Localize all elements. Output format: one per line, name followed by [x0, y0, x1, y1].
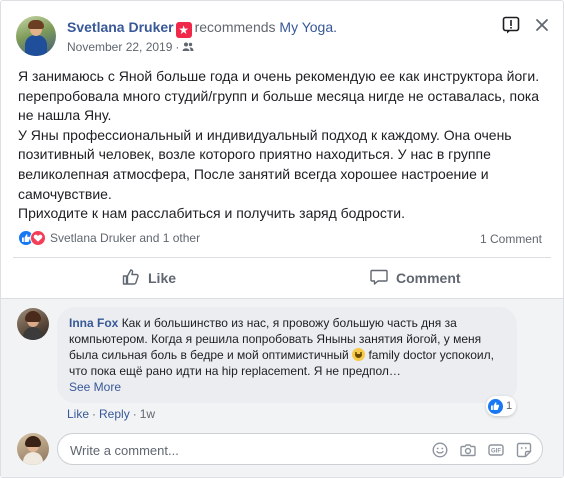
like-button-label: Like: [148, 270, 177, 286]
action-separator: ·: [92, 407, 97, 421]
smile-emoji-icon: [352, 348, 366, 361]
svg-text:GIF: GIF: [491, 449, 501, 455]
comment-reaction-badge[interactable]: 1: [486, 396, 517, 416]
post-date-link[interactable]: November 22, 2019: [67, 40, 172, 54]
author-name-link[interactable]: Svetlana Druker: [67, 19, 174, 35]
post-meta: November 22, 2019 ·: [67, 40, 194, 56]
meta-separator: ·: [175, 40, 180, 54]
recommendation-post-card: Svetlana Druker ★ recommends My Yoga. Nove…: [0, 0, 564, 478]
speech-bubble-icon: [370, 268, 396, 289]
comment-like-link[interactable]: Like: [67, 407, 89, 421]
report-icon[interactable]: [501, 15, 521, 35]
recommends-text: recommends: [194, 19, 276, 35]
sticker-icon[interactable]: [432, 442, 448, 458]
thumbs-up-icon: [122, 268, 148, 289]
sticker-icon[interactable]: [516, 442, 532, 458]
current-user-avatar: [17, 433, 49, 465]
comment-input[interactable]: [70, 440, 370, 460]
reactors-text: Svetlana Druker and 1 other: [50, 231, 201, 245]
comment-composer[interactable]: GIF: [57, 433, 543, 465]
friends-audience-icon[interactable]: [182, 41, 194, 56]
comment-reaction-count: 1: [506, 400, 513, 412]
page-name-link[interactable]: My Yoga.: [279, 19, 337, 35]
comment-count-link[interactable]: 1 Comment: [480, 232, 542, 246]
divider: [13, 257, 551, 258]
author-avatar[interactable]: [16, 16, 56, 56]
comment-button[interactable]: Comment: [370, 263, 461, 293]
post-paragraph: Я занимаюсь с Яной больше года и очень р…: [18, 68, 540, 124]
recommend-badge-icon: ★: [175, 22, 192, 38]
post-paragraph: У Яны профессиональный и индивидуальный …: [18, 126, 512, 202]
action-separator: ·: [132, 407, 137, 421]
commenter-name-link[interactable]: Inna Fox: [69, 316, 118, 330]
love-reaction-icon: [30, 230, 46, 246]
comment-bubble: Inna Fox Как и большинство из нас, я про…: [57, 307, 517, 403]
comment-reply-link[interactable]: Reply: [99, 407, 130, 421]
post-paragraph: Приходите к нам расслабиться и получить …: [18, 205, 405, 222]
close-icon[interactable]: [532, 15, 552, 35]
comment-time-link[interactable]: 1w: [140, 407, 155, 421]
like-reaction-icon: [488, 398, 503, 414]
gif-icon[interactable]: GIF: [488, 442, 504, 458]
like-button[interactable]: Like: [122, 263, 176, 293]
reactions-summary[interactable]: Svetlana Druker and 1 other: [18, 230, 200, 248]
post-header-line: Svetlana Druker ★ recommends My Yoga.: [67, 19, 337, 38]
post-body: Я занимаюсь с Яной больше года и очень р…: [18, 67, 550, 224]
camera-icon[interactable]: [460, 442, 476, 458]
commenter-avatar[interactable]: [17, 308, 49, 340]
see-more-link[interactable]: See More: [69, 380, 121, 394]
comment-button-label: Comment: [396, 270, 461, 286]
comment-actions: Like · Reply · 1w: [67, 407, 155, 421]
